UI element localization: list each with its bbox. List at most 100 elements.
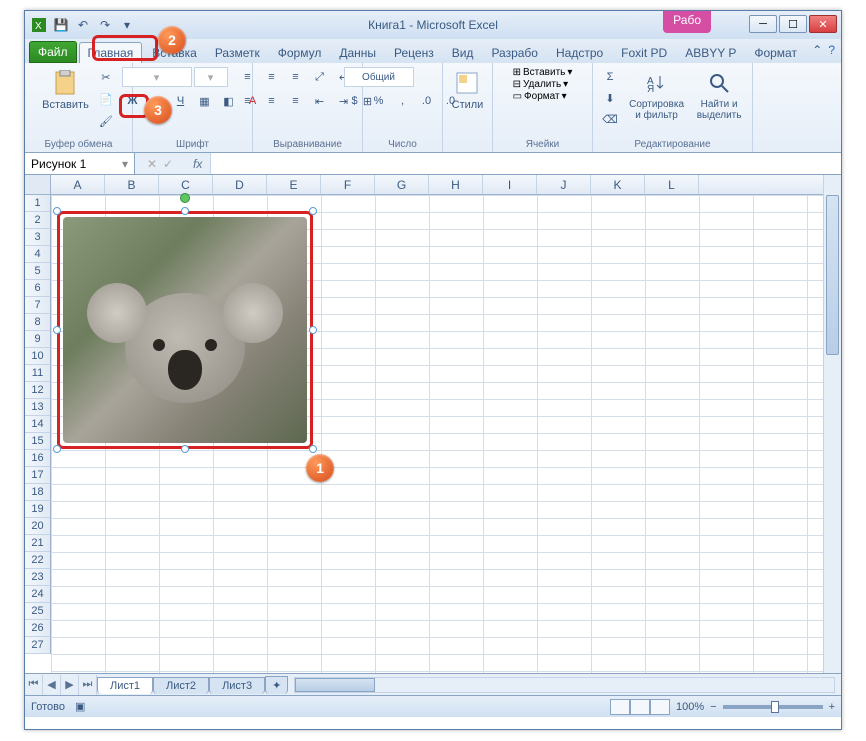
sort-filter-button[interactable]: AЯ Сортировка и фильтр — [625, 67, 688, 123]
fill-button[interactable]: ⬇ — [599, 88, 621, 108]
row-header[interactable]: 18 — [25, 484, 50, 501]
col-header[interactable]: L — [645, 175, 699, 194]
col-header[interactable]: D — [213, 175, 267, 194]
tab-addins[interactable]: Надстро — [548, 43, 611, 63]
rotate-handle[interactable] — [180, 193, 190, 203]
border-button[interactable]: ▦ — [194, 91, 216, 111]
tab-file[interactable]: Файл — [29, 41, 77, 63]
align-middle-button[interactable]: ≡ — [261, 67, 283, 87]
sheet-nav-last[interactable]: ⏭ — [79, 675, 97, 695]
tab-review[interactable]: Реценз — [386, 43, 442, 63]
tab-home[interactable]: Главная — [79, 42, 143, 63]
tab-layout[interactable]: Разметк — [207, 43, 268, 63]
resize-handle-n[interactable] — [181, 207, 189, 215]
maximize-button[interactable]: ☐ — [779, 15, 807, 33]
increase-decimal-button[interactable]: .0 — [416, 91, 438, 111]
align-bottom-button[interactable]: ≡ — [285, 67, 307, 87]
format-cells-button[interactable]: ▭ Формат ▾ — [513, 91, 567, 102]
col-header[interactable]: F — [321, 175, 375, 194]
row-header[interactable]: 16 — [25, 450, 50, 467]
bold-button[interactable]: Ж — [122, 91, 144, 111]
number-format-select[interactable]: Общий — [344, 67, 414, 87]
copy-button[interactable]: 📄 — [95, 89, 117, 109]
row-header[interactable]: 11 — [25, 365, 50, 382]
sheet-nav-first[interactable]: ⏮ — [25, 675, 43, 695]
zoom-thumb[interactable] — [771, 701, 779, 713]
row-header[interactable]: 19 — [25, 501, 50, 518]
row-header[interactable]: 8 — [25, 314, 50, 331]
row-header[interactable]: 7 — [25, 297, 50, 314]
col-header[interactable]: E — [267, 175, 321, 194]
sheet-tab-1[interactable]: Лист1 — [97, 677, 153, 694]
row-header[interactable]: 15 — [25, 433, 50, 450]
sheet-tab-2[interactable]: Лист2 — [153, 677, 209, 694]
row-header[interactable]: 20 — [25, 518, 50, 535]
select-all-corner[interactable] — [25, 175, 51, 195]
col-header[interactable]: I — [483, 175, 537, 194]
zoom-slider[interactable] — [723, 705, 823, 709]
row-header[interactable]: 25 — [25, 603, 50, 620]
insert-cells-button[interactable]: ⊞ Вставить ▾ — [513, 67, 573, 78]
resize-handle-se[interactable] — [309, 445, 317, 453]
inserted-picture[interactable] — [57, 211, 313, 449]
align-right-button[interactable]: ≡ — [285, 91, 307, 111]
row-header[interactable]: 10 — [25, 348, 50, 365]
col-header[interactable]: J — [537, 175, 591, 194]
align-top-button[interactable]: ≡ — [237, 67, 259, 87]
row-header[interactable]: 1 — [25, 195, 50, 212]
fx-icon[interactable]: fx — [185, 157, 210, 171]
currency-button[interactable]: $ — [344, 91, 366, 111]
minimize-button[interactable]: ─ — [749, 15, 777, 33]
font-size-select[interactable]: ▾ — [194, 67, 228, 87]
enter-formula-icon[interactable]: ✓ — [163, 157, 173, 171]
column-headers[interactable]: A B C D E F G H I J K L — [51, 175, 823, 195]
row-header[interactable]: 6 — [25, 280, 50, 297]
close-button[interactable]: ✕ — [809, 15, 837, 33]
zoom-out-button[interactable]: − — [710, 701, 716, 713]
contextual-tab[interactable]: Рабо — [663, 11, 711, 33]
row-headers[interactable]: 1234567891011121314151617181920212223242… — [25, 195, 51, 654]
col-header[interactable]: C — [159, 175, 213, 194]
view-layout-button[interactable] — [630, 699, 650, 715]
delete-cells-button[interactable]: ⊟ Удалить ▾ — [513, 79, 569, 90]
help-icon[interactable]: ? — [828, 43, 835, 57]
underline-button[interactable]: Ч — [170, 91, 192, 111]
resize-handle-e[interactable] — [309, 326, 317, 334]
resize-handle-w[interactable] — [53, 326, 61, 334]
save-button[interactable]: 💾 — [51, 15, 71, 35]
row-header[interactable]: 2 — [25, 212, 50, 229]
zoom-level[interactable]: 100% — [676, 701, 704, 713]
styles-button[interactable]: Стили — [450, 67, 486, 113]
tab-foxit[interactable]: Foxit PD — [613, 43, 675, 63]
new-sheet-button[interactable]: ✦ — [265, 676, 288, 694]
comma-button[interactable]: , — [392, 91, 414, 111]
cut-button[interactable]: ✂ — [95, 67, 117, 87]
vscroll-thumb[interactable] — [826, 195, 839, 355]
minimize-ribbon-icon[interactable]: ⌃ — [812, 43, 822, 57]
decrease-indent-button[interactable]: ⇤ — [309, 91, 331, 111]
col-header[interactable]: H — [429, 175, 483, 194]
row-header[interactable]: 22 — [25, 552, 50, 569]
col-header[interactable]: K — [591, 175, 645, 194]
sheet-nav-next[interactable]: ▶ — [61, 675, 79, 695]
tab-formulas[interactable]: Формул — [270, 43, 330, 63]
resize-handle-ne[interactable] — [309, 207, 317, 215]
row-header[interactable]: 24 — [25, 586, 50, 603]
row-header[interactable]: 27 — [25, 637, 50, 654]
vertical-scrollbar[interactable] — [823, 175, 841, 673]
resize-handle-nw[interactable] — [53, 207, 61, 215]
view-normal-button[interactable] — [610, 699, 630, 715]
formula-input[interactable] — [210, 153, 841, 174]
row-header[interactable]: 13 — [25, 399, 50, 416]
row-header[interactable]: 26 — [25, 620, 50, 637]
tab-view[interactable]: Вид — [444, 43, 482, 63]
sheet-tab-3[interactable]: Лист3 — [209, 677, 265, 694]
cancel-formula-icon[interactable]: ✕ — [147, 157, 157, 171]
tab-data[interactable]: Данны — [331, 43, 384, 63]
undo-button[interactable]: ↶ — [73, 15, 93, 35]
align-center-button[interactable]: ≡ — [261, 91, 283, 111]
col-header[interactable]: A — [51, 175, 105, 194]
row-header[interactable]: 9 — [25, 331, 50, 348]
row-header[interactable]: 14 — [25, 416, 50, 433]
row-header[interactable]: 12 — [25, 382, 50, 399]
